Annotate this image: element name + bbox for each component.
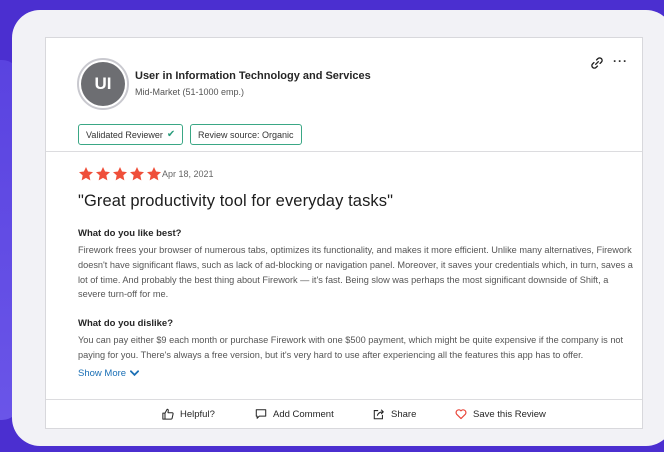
star-icon bbox=[96, 167, 110, 181]
share-button[interactable]: Share bbox=[373, 408, 416, 420]
star-rating bbox=[78, 166, 163, 182]
link-icon[interactable] bbox=[590, 56, 604, 70]
avatar-initials: UI bbox=[81, 62, 125, 106]
comment-icon bbox=[255, 409, 267, 419]
share-icon bbox=[373, 409, 384, 420]
like-answer: Firework frees your browser of numerous … bbox=[78, 245, 633, 300]
star-icon bbox=[79, 167, 93, 181]
show-more-link[interactable]: Show More bbox=[78, 368, 140, 379]
check-icon: ✔ bbox=[166, 129, 176, 140]
chevron-down-icon bbox=[130, 370, 140, 377]
review-source-label: Review source: Organic bbox=[198, 129, 294, 140]
thumbs-up-icon bbox=[162, 408, 174, 420]
save-review-label: Save this Review bbox=[473, 408, 546, 420]
validated-reviewer-label: Validated Reviewer bbox=[86, 129, 163, 140]
star-icon bbox=[130, 167, 144, 181]
helpful-label: Helpful? bbox=[180, 408, 215, 420]
reviewer-title: User in Information Technology and Servi… bbox=[135, 70, 371, 82]
helpful-button[interactable]: Helpful? bbox=[162, 408, 215, 420]
avatar: UI bbox=[77, 58, 129, 110]
dislike-answer: You can pay either $9 each month or purc… bbox=[78, 335, 624, 360]
show-more-label: Show More bbox=[78, 368, 127, 379]
content-panel: UI User in Information Technology and Se… bbox=[12, 10, 664, 446]
review-card: UI User in Information Technology and Se… bbox=[45, 37, 643, 429]
save-review-button[interactable]: Save this Review bbox=[455, 408, 546, 420]
reviewer-segment: Mid-Market (51-1000 emp.) bbox=[135, 87, 245, 97]
add-comment-button[interactable]: Add Comment bbox=[255, 408, 334, 420]
add-comment-label: Add Comment bbox=[273, 408, 334, 420]
star-icon bbox=[147, 167, 161, 181]
validated-reviewer-badge: Validated Reviewer ✔ bbox=[78, 124, 184, 145]
heart-icon bbox=[455, 409, 467, 420]
dislike-question: What do you dislike? bbox=[78, 318, 174, 329]
review-source-badge: Review source: Organic bbox=[190, 124, 302, 145]
share-label: Share bbox=[391, 408, 417, 420]
like-question: What do you like best? bbox=[78, 228, 182, 239]
review-actions: Helpful? Add Comment Share Save this Rev… bbox=[46, 399, 642, 429]
star-icon bbox=[113, 167, 127, 181]
review-title: "Great productivity tool for everyday ta… bbox=[78, 192, 394, 210]
more-options-icon[interactable]: ··· bbox=[613, 55, 628, 67]
review-header: UI User in Information Technology and Se… bbox=[46, 38, 642, 152]
review-date: Apr 18, 2021 bbox=[162, 169, 214, 179]
